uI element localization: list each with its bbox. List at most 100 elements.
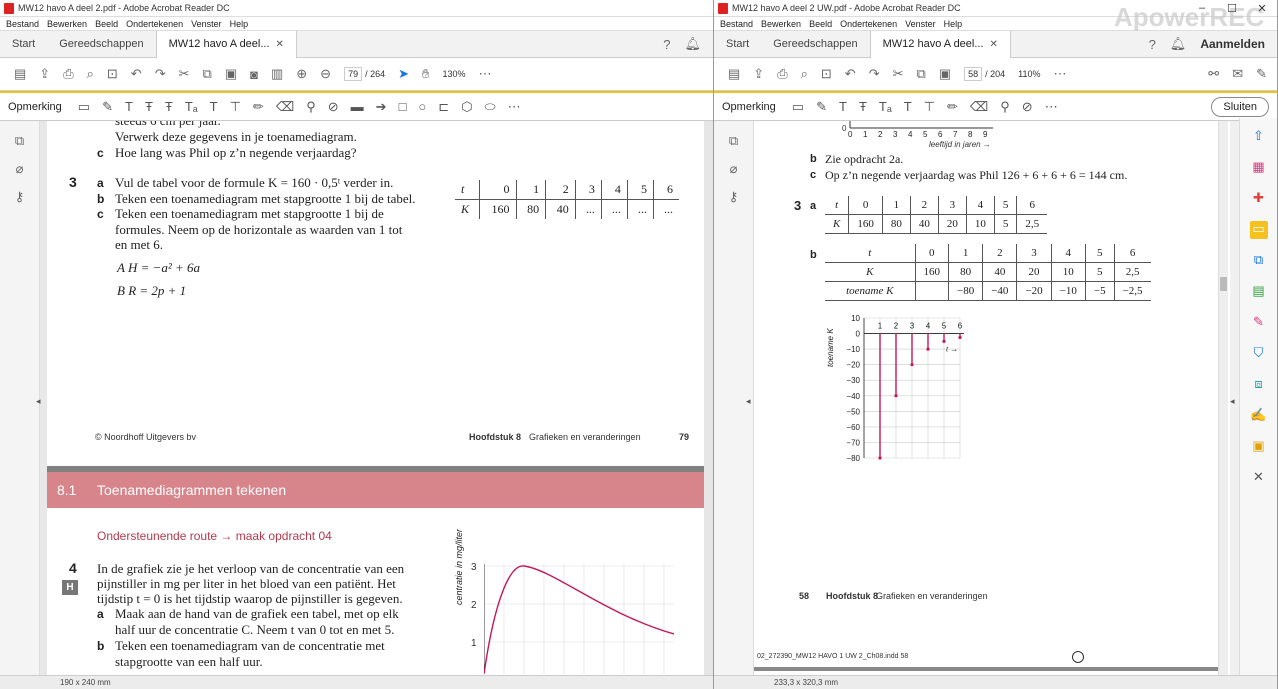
prepare-form-icon[interactable]: ▣	[1250, 438, 1268, 456]
comment-tool-icon[interactable]: ▭	[1249, 221, 1268, 239]
oval-icon[interactable]: ○	[418, 99, 426, 114]
pencil-icon[interactable]: ✏	[253, 99, 264, 115]
menu-venster[interactable]: Venster	[191, 19, 222, 29]
organize-pages-icon[interactable]: ▤	[1250, 283, 1268, 301]
menu-help[interactable]: Help	[944, 19, 963, 29]
close-tab-icon[interactable]: ✕	[990, 39, 998, 50]
more-tools-icon[interactable]: ✕	[1250, 469, 1268, 487]
sticky-note-icon[interactable]: ▭	[792, 99, 804, 115]
menu-beeld[interactable]: Beeld	[809, 19, 832, 29]
scan-icon[interactable]: ⊡	[821, 66, 832, 82]
collapse-panel-icon[interactable]: ◂	[746, 396, 751, 407]
menu-ondertekenen[interactable]: Ondertekenen	[126, 19, 183, 29]
insert-text-icon[interactable]: Tₐ	[879, 99, 892, 114]
help-icon[interactable]: ?	[663, 37, 670, 52]
line-icon[interactable]: ▬	[351, 99, 364, 114]
menu-help[interactable]: Help	[230, 19, 249, 29]
stamp-icon[interactable]: ⚲	[1000, 99, 1010, 115]
bell-icon[interactable]: 🔔︎	[684, 36, 701, 52]
protect-icon[interactable]: ⛉	[1250, 345, 1268, 363]
more-icon[interactable]: ⋯	[1054, 66, 1067, 82]
menu-bestand[interactable]: Bestand	[720, 19, 753, 29]
menu-bestand[interactable]: Bestand	[6, 19, 39, 29]
pencil-icon[interactable]: ✏	[947, 99, 958, 115]
stamp-icon[interactable]: ⚲	[306, 99, 316, 115]
cut-icon[interactable]: ✂	[179, 66, 190, 82]
print-icon[interactable]: ⎙	[63, 66, 73, 82]
share-link-icon[interactable]: ⚯	[1208, 66, 1219, 82]
tab-document[interactable]: MW12 havo A deel... ✕	[155, 30, 297, 58]
combine-files-icon[interactable]: ⧉	[1250, 252, 1268, 270]
menu-bewerken[interactable]: Bewerken	[47, 19, 87, 29]
sticky-note-icon[interactable]: ▭	[78, 99, 90, 115]
redo-icon[interactable]: ↷	[869, 66, 880, 82]
scroll-thumb[interactable]	[1220, 277, 1227, 291]
more-comment-icon[interactable]: ⋯	[508, 99, 521, 115]
compare-icon[interactable]: ▥	[271, 66, 283, 82]
close-comment-button[interactable]: Sluiten	[1211, 96, 1269, 117]
menu-beeld[interactable]: Beeld	[95, 19, 118, 29]
polygon-icon[interactable]: ⬡	[461, 99, 472, 115]
pages-icon[interactable]: ⧉	[12, 133, 28, 149]
attachments-icon[interactable]: ⌀	[12, 161, 28, 177]
save-icon[interactable]: ▤	[728, 66, 740, 82]
cloud-icon[interactable]: ⬭	[485, 99, 496, 115]
tab-start[interactable]: Start	[0, 38, 47, 50]
minimize-icon[interactable]: –	[1187, 2, 1217, 15]
maximize-icon[interactable]: ☐	[1217, 2, 1247, 15]
email-icon[interactable]: ✉	[1232, 66, 1243, 82]
undo-icon[interactable]: ↶	[131, 66, 142, 82]
create-pdf-icon[interactable]: ▦	[1250, 159, 1268, 177]
tab-tools[interactable]: Gereedschappen	[47, 38, 155, 50]
signatures-icon[interactable]: ⚷	[726, 189, 742, 205]
edit-pdf-icon[interactable]: ✚	[1250, 190, 1268, 208]
cut-icon[interactable]: ✂	[893, 66, 904, 82]
replace-text-icon[interactable]: Ŧ	[165, 99, 173, 114]
page-up-icon[interactable]: ⊕	[296, 66, 307, 82]
rectangle-icon[interactable]: □	[399, 99, 407, 114]
print-icon[interactable]: ⎙	[777, 66, 787, 82]
attach-icon[interactable]: ⊘	[328, 99, 339, 115]
save-icon[interactable]: ▤	[14, 66, 26, 82]
scan-ocr-icon[interactable]: ⧈	[1250, 376, 1268, 394]
redo-icon[interactable]: ↷	[155, 66, 166, 82]
arrow-icon[interactable]: ➔	[376, 99, 387, 115]
vertical-scrollbar[interactable]	[704, 121, 713, 675]
vertical-scrollbar[interactable]	[1218, 121, 1228, 675]
insert-text-icon[interactable]: Tₐ	[185, 99, 198, 114]
copy-icon[interactable]: ⧉	[917, 66, 926, 82]
zoom-search-icon[interactable]: ⌕	[87, 66, 94, 82]
zoom-search-icon[interactable]: ⌕	[801, 66, 808, 82]
attachments-icon[interactable]: ⌀	[726, 161, 742, 177]
text-underline-icon[interactable]: T	[839, 99, 847, 114]
tab-document[interactable]: MW12 havo A deel... ✕	[869, 30, 1011, 58]
edit-icon[interactable]: ✎	[1256, 66, 1267, 82]
polygon-line-icon[interactable]: ⊏	[438, 99, 449, 115]
paste-icon[interactable]: ▣	[225, 66, 237, 82]
highlight-icon[interactable]: ✎	[102, 99, 113, 115]
menu-bewerken[interactable]: Bewerken	[761, 19, 801, 29]
zoom-select[interactable]: 130%	[442, 69, 465, 79]
page-down-icon[interactable]: ⊖	[320, 66, 331, 82]
send-signature-icon[interactable]: ✍	[1250, 407, 1268, 425]
text-box-icon[interactable]: ⊤	[230, 99, 241, 115]
page-number-input[interactable]: 79	[344, 67, 363, 81]
zoom-select[interactable]: 110%	[1018, 69, 1040, 79]
horizontal-scroll-track[interactable]	[754, 667, 1220, 671]
undo-icon[interactable]: ↶	[845, 66, 856, 82]
eraser-icon[interactable]: ⌫	[970, 99, 988, 115]
upload-icon[interactable]: ⇪	[39, 66, 50, 82]
collapse-panel-icon[interactable]: ◂	[36, 396, 41, 407]
fill-sign-icon[interactable]: ✎	[1250, 314, 1268, 332]
camera-icon[interactable]: ◙	[250, 67, 258, 82]
close-window-icon[interactable]: ✕	[1247, 2, 1277, 15]
eraser-icon[interactable]: ⌫	[276, 99, 294, 115]
text-box-icon[interactable]: ⊤	[924, 99, 935, 115]
add-text-icon[interactable]: T	[210, 99, 218, 114]
hand-tool-icon[interactable]: ✋︎	[422, 66, 429, 82]
text-underline-icon[interactable]: T	[125, 99, 133, 114]
paste-icon[interactable]: ▣	[939, 66, 951, 82]
export-pdf-icon[interactable]: ⇧	[1250, 128, 1268, 146]
page-number-input[interactable]: 58	[964, 67, 983, 81]
copy-icon[interactable]: ⧉	[203, 66, 212, 82]
